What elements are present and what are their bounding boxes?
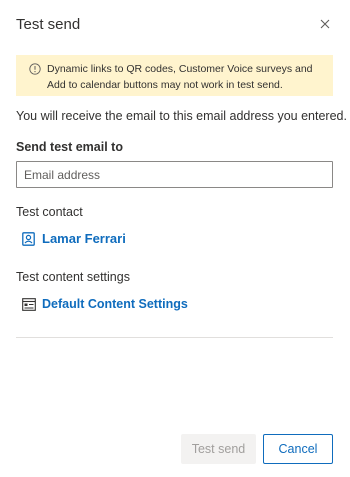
test-contact-label: Test contact [16,205,83,219]
warning-banner: Dynamic links to QR codes, Customer Voic… [16,55,333,96]
warning-text: Dynamic links to QR codes, Customer Voic… [47,63,313,91]
dialog-title: Test send [16,16,81,33]
content-settings-icon [22,297,36,311]
content-settings-link[interactable]: Default Content Settings [22,297,188,311]
test-send-button[interactable]: Test send [181,434,256,464]
send-test-email-label: Send test email to [16,140,123,154]
test-content-settings-label: Test content settings [16,270,130,284]
warning-icon [29,63,41,75]
email-input[interactable] [16,161,333,188]
contact-card-icon [22,231,36,246]
content-settings-name[interactable]: Default Content Settings [42,297,188,311]
test-contact-link[interactable]: Lamar Ferrari [22,231,126,246]
close-icon [320,16,330,34]
cancel-button[interactable]: Cancel [263,434,333,464]
contact-name[interactable]: Lamar Ferrari [42,231,126,246]
close-button[interactable] [314,14,336,36]
info-text: You will receive the email to this email… [16,109,347,123]
divider [16,337,333,338]
test-send-dialog: Test send Dynamic links to QR codes, Cus… [0,0,350,477]
